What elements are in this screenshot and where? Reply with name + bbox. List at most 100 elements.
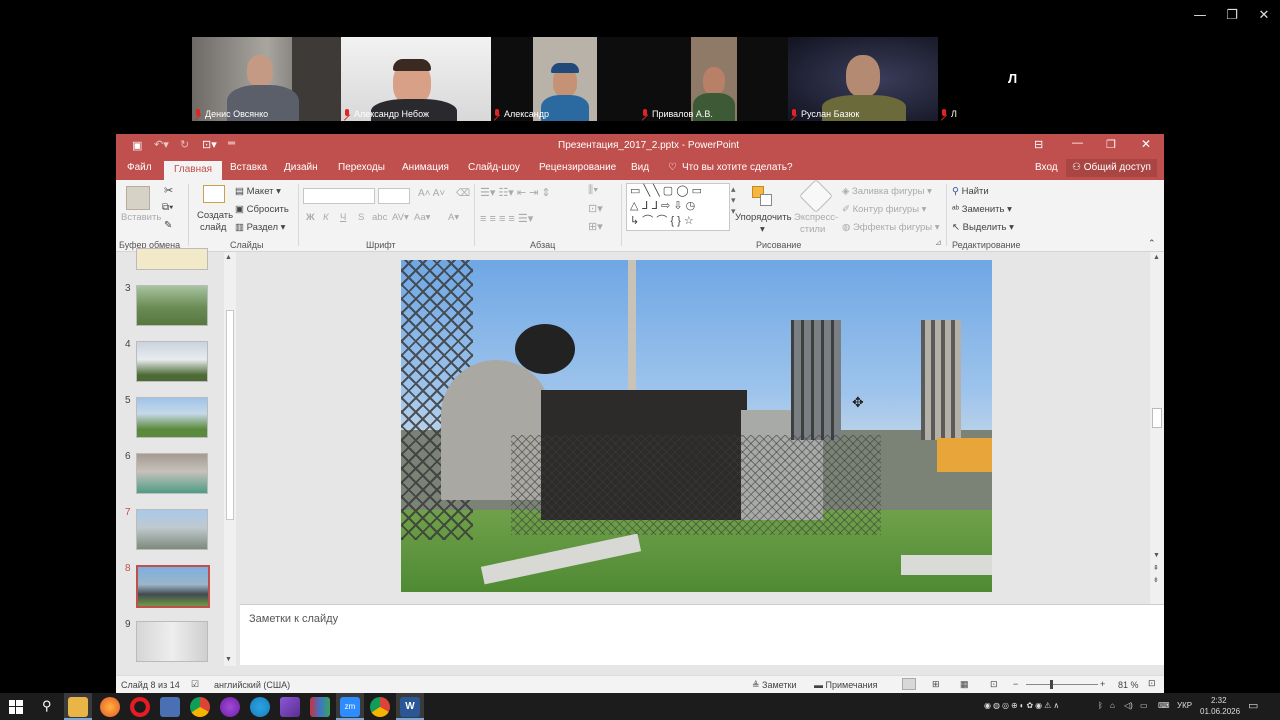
bold-button[interactable]: Ж [306, 212, 315, 223]
redo-icon[interactable]: ↻ [180, 138, 189, 151]
battery-icon[interactable]: ▭ [1140, 701, 1148, 710]
slide-thumbnail[interactable] [136, 453, 208, 494]
font-name-input[interactable] [303, 188, 375, 204]
quick-styles-icon[interactable] [799, 179, 833, 213]
tab-file[interactable]: Файл [127, 162, 152, 173]
shape-fill-button[interactable]: ◈ Заливка фигуры ▾ [842, 186, 932, 197]
reset-button[interactable]: ▣ Сбросить [235, 204, 289, 215]
notification-icon[interactable]: ▭ [1248, 699, 1258, 712]
zoom-slider-thumb[interactable] [1050, 680, 1053, 689]
clear-format-icon[interactable]: ⌫ [456, 188, 470, 199]
tell-me-search[interactable]: Что вы хотите сделать? [682, 162, 793, 173]
font-color-icon[interactable]: A▾ [448, 212, 459, 223]
zoom-slider[interactable] [1026, 684, 1098, 685]
tray-icons[interactable]: ◉◍◎⊕◐✿◉⚠∧ [984, 701, 1061, 710]
align-icons[interactable]: ≡ ≡ ≡ ≡ ☰▾ [480, 212, 533, 225]
layout-button[interactable]: ▤ Макет ▾ [235, 186, 281, 197]
arrange-button[interactable]: Упорядочить [735, 212, 792, 223]
firefox-icon[interactable] [100, 697, 120, 717]
taskbar-item-active[interactable] [64, 693, 92, 720]
new-slide-label-2[interactable]: слайд [200, 222, 226, 233]
arrange-dropdown-icon[interactable]: ▾ [760, 224, 765, 235]
shadow-button[interactable]: S [358, 212, 364, 223]
opera-icon[interactable] [130, 697, 150, 717]
keyboard-icon[interactable]: ⌨ [1158, 701, 1170, 710]
slide-thumbnail[interactable] [136, 285, 208, 326]
quick-styles-button-2[interactable]: стили [800, 224, 825, 235]
slideshow-icon[interactable]: ⊡▾ [202, 138, 217, 151]
winrar-icon[interactable] [310, 697, 330, 717]
notes-pane[interactable]: Заметки к слайду [240, 604, 1164, 665]
char-spacing-icon[interactable]: AV▾ [392, 212, 409, 223]
participant-tile[interactable]: Привалов А.В. [639, 37, 788, 121]
participant-tile[interactable]: Л Л [938, 37, 1088, 121]
section-button[interactable]: ▥ Раздел ▾ [235, 222, 285, 233]
slideshow-view-icon[interactable]: ⊡ [990, 679, 998, 690]
share-button[interactable]: ⚇ Общий доступ [1066, 159, 1157, 177]
close-button[interactable]: ✕ [1141, 137, 1151, 151]
input-language[interactable]: УКР [1177, 701, 1192, 710]
font-size-input[interactable] [378, 188, 410, 204]
bluetooth-icon[interactable]: ᛒ [1098, 701, 1103, 710]
select-button[interactable]: ↖ Выделить ▾ [952, 222, 1014, 233]
new-slide-label[interactable]: Создать [197, 210, 233, 221]
shapes-gallery[interactable]: ▭ ╲ ╲ ▢ ◯ ▭ △ ᒧ ᒧ ⇨ ⇩ ◷ ↳ ⌒ ⌒ { } ☆ [626, 183, 730, 231]
slide-thumbnail[interactable] [136, 509, 208, 550]
slide-thumbnail[interactable] [136, 341, 208, 382]
grow-font-icon[interactable]: A˄ A˅ [418, 188, 445, 199]
maximize-button[interactable]: ❐ [1106, 138, 1116, 151]
slide-thumbnail[interactable] [136, 621, 208, 662]
tab-transitions[interactable]: Переходы [338, 162, 385, 173]
find-button[interactable]: ⚲ Найти [952, 186, 989, 197]
slide-photo[interactable] [401, 260, 992, 592]
change-case-icon[interactable]: Aa▾ [414, 212, 430, 223]
italic-button[interactable]: К [323, 212, 329, 223]
tab-view[interactable]: Вид [631, 162, 649, 173]
ribbon-display-icon[interactable]: ⊟ [1034, 138, 1043, 151]
shape-effects-button[interactable]: ◍ Эффекты фигуры ▾ [842, 222, 940, 233]
zoom-level[interactable]: 81 % [1118, 680, 1139, 690]
tab-insert[interactable]: Вставка [230, 162, 267, 173]
tab-design[interactable]: Дизайн [284, 162, 318, 173]
participant-tile[interactable]: Руслан Базюк [788, 37, 938, 121]
quick-styles-button[interactable]: Экспресс- [794, 212, 838, 223]
document-manager-icon[interactable] [160, 697, 180, 717]
zoom-out-icon[interactable]: − [1013, 679, 1018, 689]
cut-icon[interactable]: ✂ [164, 184, 173, 197]
language-status[interactable]: английский (США) [214, 680, 290, 690]
taskbar-item-active[interactable]: zm [336, 693, 364, 720]
customize-quick-access-icon[interactable]: ═ [228, 138, 235, 149]
paste-button[interactable]: Вставить [121, 212, 161, 223]
arrange-icon[interactable] [752, 186, 774, 208]
reading-view-icon[interactable]: ▦ [960, 679, 969, 690]
align-text-icon[interactable]: ⊡▾ [588, 202, 603, 215]
windows-start-icon[interactable] [9, 700, 23, 714]
collapse-ribbon-icon[interactable]: ⌃ [1148, 238, 1156, 249]
clock-time[interactable]: 2:32 [1211, 696, 1227, 705]
replace-button[interactable]: ᵃᵇ Заменить ▾ [952, 204, 1012, 215]
save-icon[interactable]: ▣ [132, 139, 142, 152]
slide-thumbnail[interactable] [136, 397, 208, 438]
participant-tile[interactable]: Александр Небож [341, 37, 491, 121]
paste-icon[interactable] [126, 186, 150, 210]
minimize-button[interactable]: — [1184, 0, 1216, 30]
participant-tile[interactable]: Александр [491, 37, 639, 121]
thumbnail-scrollbar[interactable]: ▲ ▼ [224, 252, 236, 666]
viber-icon[interactable] [220, 697, 240, 717]
volume-icon[interactable]: ◁) [1124, 701, 1133, 710]
slide-sorter-icon[interactable]: ⊞ [932, 679, 940, 690]
network-icon[interactable]: ⌂ [1110, 701, 1115, 710]
slide-thumbnail[interactable] [136, 248, 208, 270]
tab-slideshow[interactable]: Слайд-шоу [468, 162, 520, 173]
visual-studio-icon[interactable] [280, 697, 300, 717]
copy-icon[interactable]: ⧉▾ [162, 202, 173, 213]
clock-date[interactable]: 01.06.2026 [1200, 707, 1240, 716]
tab-review[interactable]: Рецензирование [539, 162, 616, 173]
slide-scrollbar[interactable]: ▲ ▼ ⇞ ⇟ [1150, 252, 1164, 604]
signin-link[interactable]: Вход [1035, 162, 1058, 173]
strikethrough-icon[interactable]: abc [372, 212, 387, 223]
slide-thumbnail-selected[interactable] [136, 565, 210, 608]
normal-view-icon[interactable] [902, 678, 916, 690]
telegram-icon[interactable] [250, 697, 270, 717]
text-direction-icon[interactable]: ⫼▾ [588, 184, 598, 197]
